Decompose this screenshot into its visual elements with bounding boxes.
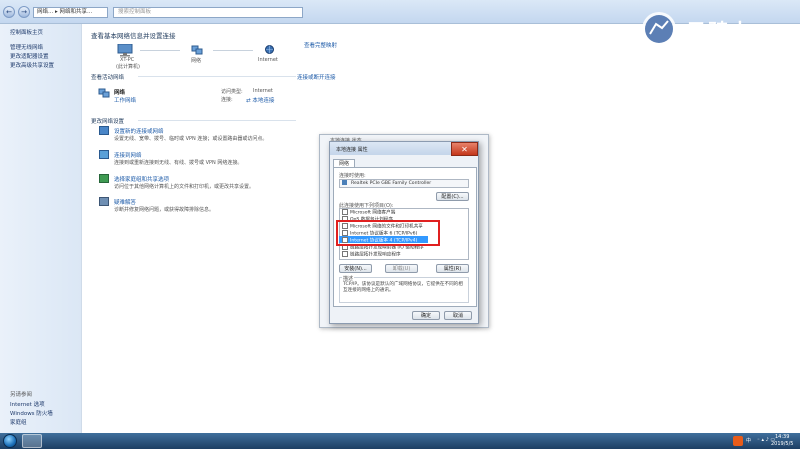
uninstall-button[interactable]: 卸载(U) xyxy=(385,264,418,273)
internet-options-link[interactable]: Internet 选项 xyxy=(10,400,45,408)
list-item[interactable]: Microsoft 网络客户端 xyxy=(342,209,395,216)
task-desc-1: 连接到或重新连接到无线、有线、拨号或 VPN 网络连接。 xyxy=(114,160,243,166)
properties-button[interactable]: 属性(R) xyxy=(436,264,469,273)
new-connection-icon xyxy=(99,126,109,135)
map-connector xyxy=(213,50,253,51)
connect-network-icon xyxy=(99,150,109,159)
computer-sub: (此计算机) xyxy=(116,64,140,70)
adapter-icon xyxy=(342,180,347,185)
configure-button[interactable]: 配置(C)... xyxy=(436,192,469,201)
divider xyxy=(138,76,296,77)
forward-button[interactable]: → xyxy=(18,6,30,18)
address-field[interactable]: 网络... ▸ 网络和共享... xyxy=(33,7,108,18)
list-item[interactable]: 链路层拓扑发现响应程序 xyxy=(342,251,401,258)
network-icon xyxy=(191,45,203,55)
task-desc-0: 设置无线、宽带、拨号、临时或 VPN 连接；或设置路由器或访问点。 xyxy=(114,136,268,142)
see-full-map-link[interactable]: 查看完整映射 xyxy=(304,41,337,49)
install-button[interactable]: 安装(N)... xyxy=(339,264,372,273)
ime-logo-icon[interactable] xyxy=(733,436,743,446)
network-type-link[interactable]: 工作网络 xyxy=(114,96,136,104)
task-link-2[interactable]: 选择家庭组和共享选项 xyxy=(114,175,169,183)
adapter-name: Realtek PCIe GBE Family Controller xyxy=(351,181,432,186)
internet-label: Internet xyxy=(258,57,278,63)
connect-using-label: 连接时使用: xyxy=(339,173,366,179)
breadcrumb-1[interactable]: 网络... xyxy=(37,9,53,15)
task-link-3[interactable]: 疑难解答 xyxy=(114,198,136,206)
homegroup-link[interactable]: 家庭组 xyxy=(10,418,27,426)
taskbar-app-control-panel[interactable] xyxy=(22,434,42,448)
watermark-text: 云骑士 xyxy=(686,19,752,43)
start-button[interactable] xyxy=(3,434,17,448)
tab-network[interactable]: 网络 xyxy=(333,159,355,167)
change-adapter-link[interactable]: 更改适配器设置 xyxy=(10,52,49,60)
map-connector xyxy=(140,50,180,51)
homegroup-icon xyxy=(99,174,109,183)
network-label: 网络 xyxy=(191,58,202,64)
connection-value[interactable]: 本地连接 xyxy=(252,98,274,104)
connection-label: 连接: xyxy=(221,97,233,103)
description-label: 描述 xyxy=(342,275,355,282)
see-also-title: 另请参阅 xyxy=(10,392,33,398)
manage-wireless-link[interactable]: 管理无线网络 xyxy=(10,43,43,51)
connect-disconnect-link[interactable]: 连接或断开连接 xyxy=(297,73,336,81)
change-settings-title: 更改网络设置 xyxy=(91,119,125,125)
control-panel-home-link[interactable]: 控制面板主页 xyxy=(10,28,43,36)
network-icon xyxy=(98,88,110,98)
divider xyxy=(138,120,296,121)
advanced-sharing-link[interactable]: 更改高级共享设置 xyxy=(10,61,54,69)
description-text: TCP/IP。该协议是默认的广域网络协议，它提供在不同的相互连接的网络上的通讯。 xyxy=(343,282,463,293)
task-link-0[interactable]: 设置新的连接或网络 xyxy=(114,127,164,135)
left-pane xyxy=(0,24,82,433)
highlight-box xyxy=(336,220,440,246)
active-networks-title: 查看活动网络 xyxy=(91,75,125,81)
taskbar xyxy=(0,433,800,449)
access-type-value: Internet xyxy=(253,88,273,94)
dialog-title: 本地连接 属性 xyxy=(336,147,368,153)
computer-icon xyxy=(115,43,137,57)
back-button[interactable]: ← xyxy=(3,6,15,18)
task-desc-2: 访问位于其他网络计算机上的文件和打印机，或更改共享设置。 xyxy=(114,184,255,190)
globe-icon xyxy=(265,45,274,54)
connection-value-link[interactable]: ⇄ 本地连接 xyxy=(246,96,274,104)
ime-indicator[interactable]: 中 xyxy=(746,437,751,444)
firewall-link[interactable]: Windows 防火墙 xyxy=(10,409,53,417)
clock-date[interactable]: 2019/5/5 xyxy=(771,441,793,447)
clock-time[interactable]: 14:39 xyxy=(775,434,789,440)
close-button[interactable]: ✕ xyxy=(451,142,478,156)
search-input[interactable]: 搜索控制面板 xyxy=(113,7,303,18)
access-type-label: 访问类型: xyxy=(221,89,243,95)
task-desc-3: 诊断并修复网络问题，或获得故障排除信息。 xyxy=(114,207,215,213)
task-link-1[interactable]: 连接到网络 xyxy=(114,151,142,159)
active-network-name: 网络 xyxy=(114,90,126,96)
ok-button[interactable]: 确定 xyxy=(412,311,440,320)
troubleshoot-icon xyxy=(99,197,109,206)
breadcrumb-2[interactable]: 网络和共享... xyxy=(60,9,93,15)
page-title: 查看基本网络信息并设置连接 xyxy=(91,32,176,40)
cancel-button[interactable]: 取消 xyxy=(444,311,472,320)
